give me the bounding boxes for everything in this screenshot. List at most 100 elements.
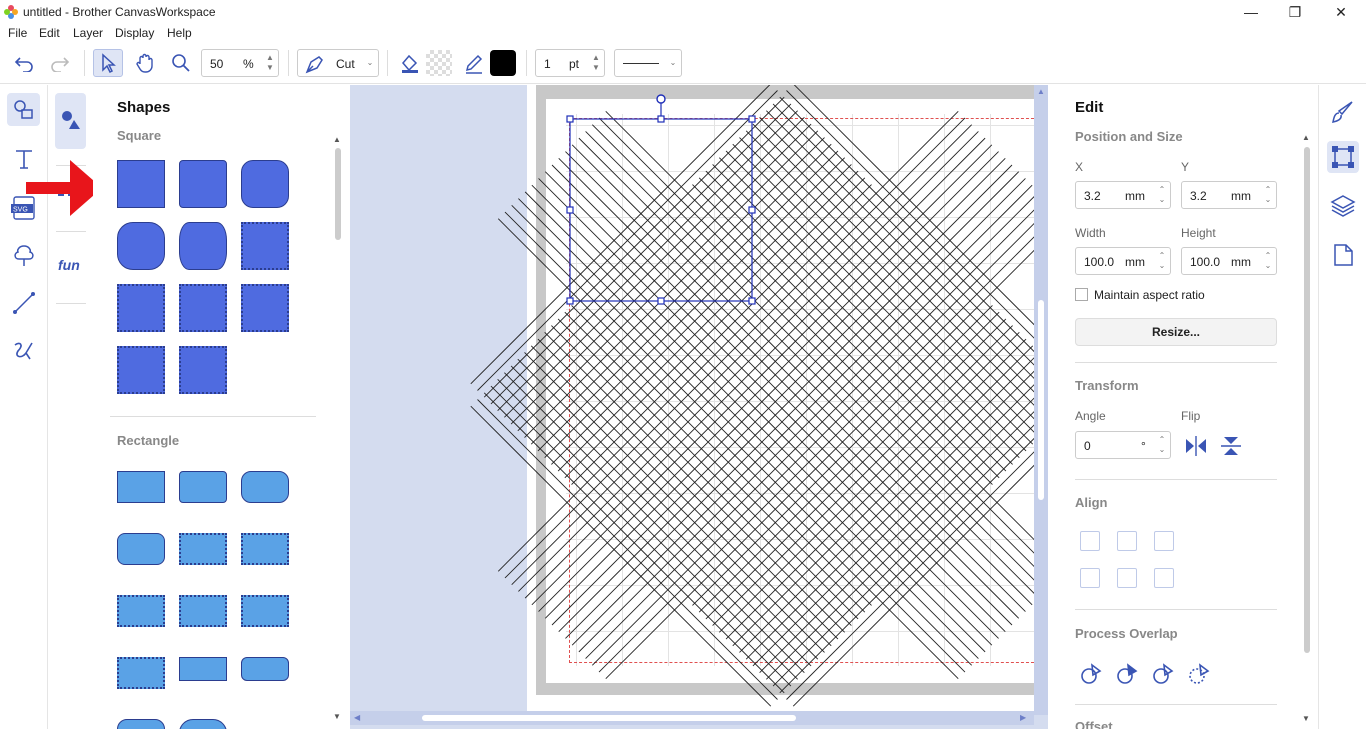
angle-input[interactable]: 0 ° ⌃ ⌄ [1075, 431, 1171, 459]
canvas-vscroll-thumb[interactable] [1038, 300, 1044, 500]
y-input[interactable]: 3.2 mm ⌃ ⌄ [1181, 181, 1277, 209]
zoom-input[interactable]: 50 % ▲ ▼ [201, 49, 279, 77]
restore-button[interactable]: ❐ [1272, 0, 1318, 24]
canvas-area[interactable]: ▲ ◀ ▶ [350, 85, 1048, 729]
width-label: Width [1075, 226, 1106, 240]
fill-color-swatch[interactable] [426, 50, 452, 76]
menu-layer[interactable]: Layer [73, 26, 103, 40]
resize-handles[interactable] [566, 115, 756, 305]
shapes-scroll-thumb[interactable] [335, 148, 341, 240]
menu-edit[interactable]: Edit [39, 26, 60, 40]
minimize-button[interactable]: — [1228, 0, 1274, 24]
square-shape-7[interactable] [117, 284, 165, 332]
paint-panel-button[interactable] [1330, 99, 1356, 130]
square-shape-6[interactable] [241, 222, 289, 270]
select-tool-button[interactable] [93, 49, 123, 77]
square-shape-5[interactable] [179, 222, 227, 270]
align-top-button[interactable] [1080, 568, 1100, 588]
square-shape-3[interactable] [241, 160, 289, 208]
line-width-input[interactable]: 1 pt ▲ ▼ [535, 49, 605, 77]
width-input[interactable]: 100.0 mm ⌃ ⌄ [1075, 247, 1171, 275]
flip-horizontal-button[interactable] [1185, 436, 1207, 461]
align-title: Align [1075, 495, 1108, 510]
hand-tool-button[interactable] [130, 49, 160, 77]
freehand-tool-button[interactable] [12, 339, 36, 368]
shapes-panel-title: Shapes [117, 99, 171, 116]
position-size-title: Position and Size [1075, 129, 1183, 144]
square-shape-4[interactable] [117, 222, 165, 270]
redo-button[interactable] [46, 50, 74, 76]
menu-display[interactable]: Display [115, 26, 154, 40]
rectangle-shape-1[interactable] [117, 471, 165, 503]
zoom-tool-button[interactable] [166, 49, 196, 77]
align-left-button[interactable] [1080, 531, 1100, 551]
selection-box[interactable] [350, 85, 1048, 729]
close-button[interactable]: ✕ [1318, 0, 1364, 24]
menu-file[interactable]: File [8, 26, 27, 40]
rectangle-shape-7[interactable] [117, 595, 165, 627]
rectangle-shape-5[interactable] [179, 533, 227, 565]
basic-shapes-category[interactable] [55, 93, 86, 149]
page-panel-button[interactable] [1332, 243, 1354, 272]
square-shape-1[interactable] [117, 160, 165, 208]
rectangle-shape-8[interactable] [179, 595, 227, 627]
align-center-vertical-button[interactable] [1117, 568, 1137, 588]
square-shape-9[interactable] [241, 284, 289, 332]
rectangle-shape-10[interactable] [117, 657, 165, 689]
align-center-horizontal-button[interactable] [1117, 531, 1137, 551]
rotate-handle[interactable] [656, 94, 666, 104]
edit-panel-scrollbar[interactable]: ▲ ▼ [1302, 133, 1310, 723]
square-shape-2[interactable] [179, 160, 227, 208]
canvas-vertical-scrollbar[interactable]: ▲ [1034, 85, 1048, 715]
fill-color-button[interactable] [396, 49, 424, 77]
subtract-button[interactable] [1152, 663, 1174, 685]
intersect-button[interactable] [1188, 663, 1210, 685]
rectangle-shape-6[interactable] [241, 533, 289, 565]
shapes-scrollbar[interactable]: ▲ ▼ [333, 135, 341, 721]
resize-button[interactable]: Resize... [1075, 318, 1277, 346]
x-input[interactable]: 3.2 mm ⌃ ⌄ [1075, 181, 1171, 209]
height-input[interactable]: 100.0 mm ⌃ ⌄ [1181, 247, 1277, 275]
menu-help[interactable]: Help [167, 26, 192, 40]
rectangle-shape-4[interactable] [117, 533, 165, 565]
y-stepper[interactable]: ⌃ ⌄ [1260, 182, 1276, 208]
rectangle-shape-3[interactable] [241, 471, 289, 503]
square-shape-8[interactable] [179, 284, 227, 332]
line-color-button[interactable] [460, 49, 488, 77]
fun-shapes-category[interactable]: fun [58, 257, 80, 273]
align-bottom-button[interactable] [1154, 568, 1174, 588]
rectangle-shape-14[interactable] [179, 719, 227, 729]
line-color-swatch[interactable] [490, 50, 516, 76]
pattern-tool-button[interactable] [11, 243, 37, 274]
square-shape-10[interactable] [117, 346, 165, 394]
x-stepper[interactable]: ⌃ ⌄ [1154, 182, 1170, 208]
flip-vertical-button[interactable] [1221, 436, 1241, 461]
canvas-horizontal-scrollbar[interactable]: ◀ ▶ [350, 711, 1034, 725]
rectangle-shape-2[interactable] [179, 471, 227, 503]
angle-stepper[interactable]: ⌃ ⌄ [1154, 432, 1170, 458]
rectangle-shape-11[interactable] [179, 657, 227, 681]
line-width-stepper[interactable]: ▲ ▼ [588, 50, 604, 76]
height-stepper[interactable]: ⌃ ⌄ [1260, 248, 1276, 274]
edit-panel-button[interactable] [1327, 141, 1359, 173]
line-tool-button[interactable] [12, 291, 36, 320]
maintain-aspect-checkbox[interactable] [1075, 288, 1088, 301]
unite-button[interactable] [1116, 663, 1138, 685]
layers-panel-button[interactable] [1330, 193, 1356, 224]
tree-icon [14, 245, 34, 266]
rectangle-shape-12[interactable] [241, 657, 289, 681]
mode-select[interactable]: Cut ⌄ [297, 49, 379, 77]
pen-icon [305, 56, 323, 74]
shapes-tool-button[interactable] [7, 93, 40, 126]
canvas-hscroll-thumb[interactable] [422, 715, 796, 721]
align-right-button[interactable] [1154, 531, 1174, 551]
square-shape-11[interactable] [179, 346, 227, 394]
line-style-select[interactable]: ⌄ [614, 49, 682, 77]
width-stepper[interactable]: ⌃ ⌄ [1154, 248, 1170, 274]
rectangle-shape-13[interactable] [117, 719, 165, 729]
weld-button[interactable] [1080, 663, 1102, 685]
edit-scroll-thumb[interactable] [1304, 147, 1310, 653]
zoom-stepper[interactable]: ▲ ▼ [262, 50, 278, 76]
undo-button[interactable] [10, 50, 38, 76]
rectangle-shape-9[interactable] [241, 595, 289, 627]
